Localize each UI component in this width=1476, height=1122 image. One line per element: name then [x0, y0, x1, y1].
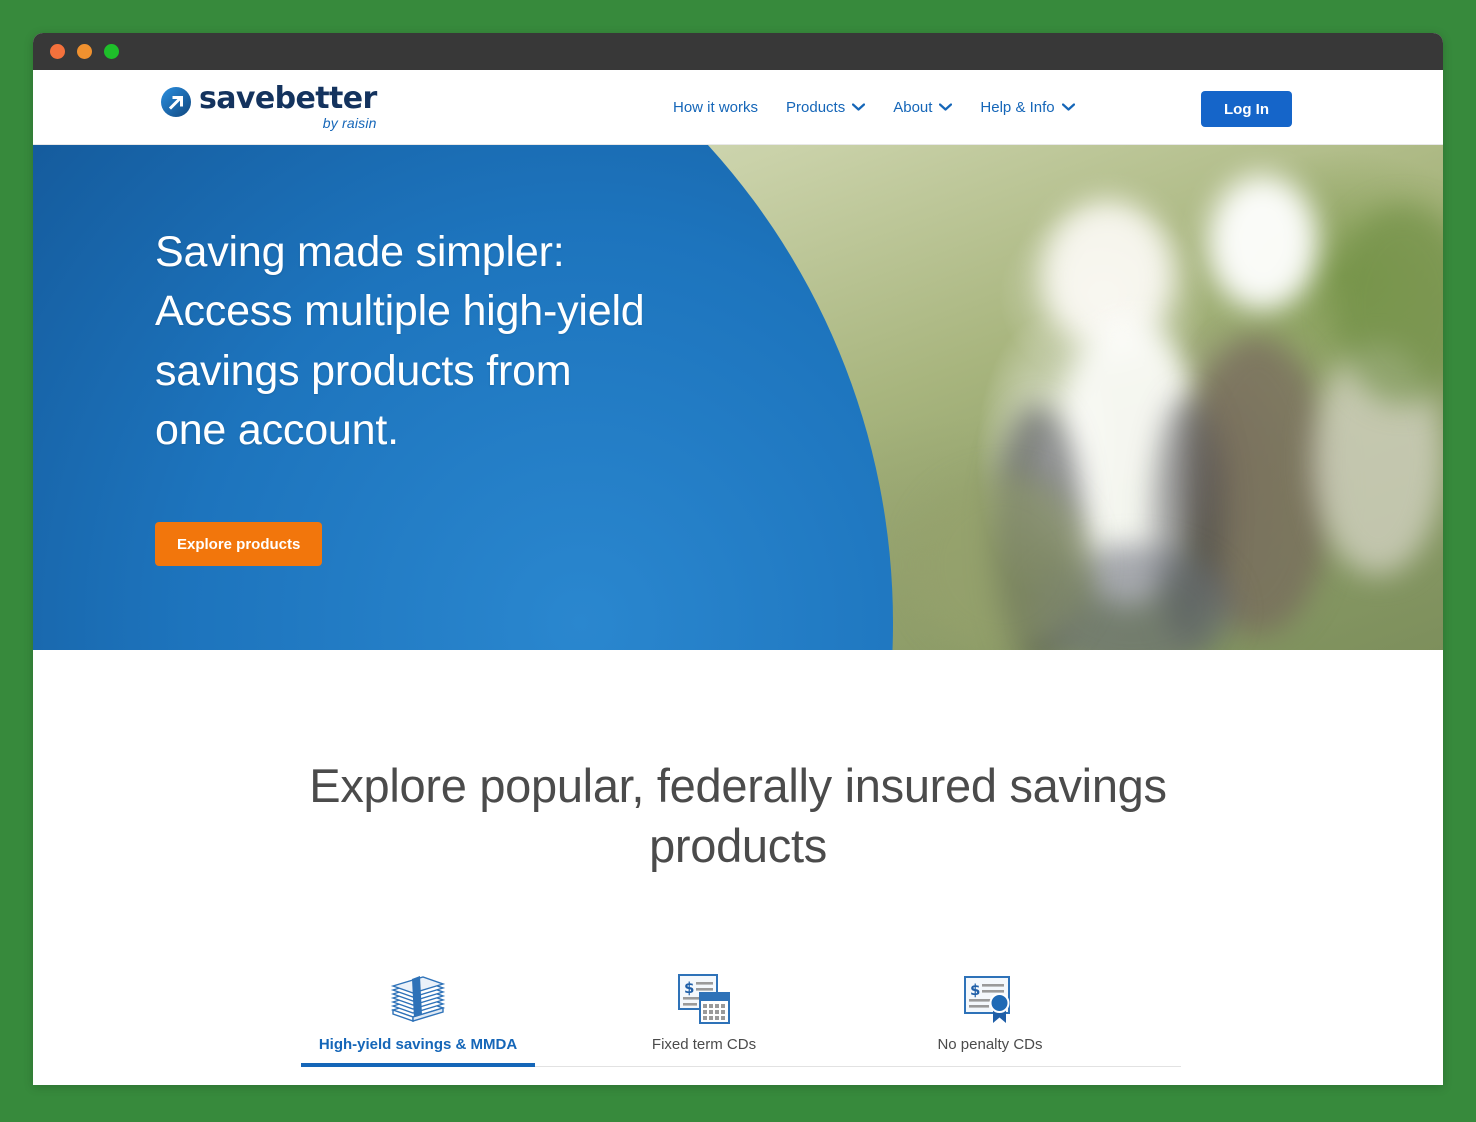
tab-label: No penalty CDs [937, 1036, 1043, 1053]
products-title-line: products [649, 819, 827, 873]
close-dot[interactable] [50, 44, 65, 59]
nav-item-products[interactable]: Products [786, 98, 866, 116]
maximize-dot[interactable] [104, 44, 119, 59]
minimize-dot[interactable] [77, 44, 92, 59]
tab-fixed-term-cds[interactable]: $ Fixed term CDs [587, 968, 821, 1067]
hero-title-line: savings products from [155, 346, 572, 395]
hero-title-line: one account. [155, 405, 399, 454]
nav-item-help-and-info[interactable]: Help & Info [980, 98, 1075, 116]
hero-banner: Saving made simpler: Access multiple hig… [33, 145, 1443, 650]
logo-subtitle: by raisin [322, 115, 377, 131]
svg-text:$: $ [684, 979, 694, 997]
nav-label: Help & Info [980, 98, 1055, 116]
site-header: savebetter by raisin How it works Produc… [33, 70, 1443, 145]
hero-title-line: Access multiple high-yield [155, 287, 645, 336]
login-button[interactable]: Log In [1201, 91, 1292, 127]
hero-content: Saving made simpler: Access multiple hig… [155, 223, 775, 567]
browser-titlebar [33, 33, 1443, 70]
document-calendar-icon: $ [675, 968, 733, 1026]
main-nav: How it works Products About Help & Info [673, 70, 1075, 144]
tab-high-yield-savings-mmda[interactable]: High-yield savings & MMDA [301, 968, 535, 1067]
browser-window: savebetter by raisin How it works Produc… [33, 33, 1443, 1085]
svg-text:$: $ [970, 981, 980, 999]
nav-item-how-it-works[interactable]: How it works [673, 99, 758, 116]
chevron-down-icon [939, 103, 953, 111]
hero-title: Saving made simpler: Access multiple hig… [155, 223, 775, 460]
nav-item-about[interactable]: About [893, 98, 953, 116]
site-logo[interactable]: savebetter by raisin [161, 84, 377, 130]
tab-label: Fixed term CDs [651, 1036, 757, 1053]
hero-title-line: Saving made simpler: [155, 228, 565, 276]
certificate-ribbon-icon: $ [961, 968, 1019, 1026]
products-title-line: Explore popular, federally insured savin… [309, 759, 1167, 812]
chevron-down-icon [1061, 103, 1075, 111]
nav-label: How it works [673, 98, 759, 116]
product-tabs: High-yield savings & MMDA $ Fixed term C… [301, 968, 1181, 1067]
nav-label: Products [786, 98, 846, 116]
explore-products-button[interactable]: Explore products [155, 522, 323, 567]
tab-label: High-yield savings & MMDA [318, 1036, 518, 1053]
chevron-down-icon [852, 103, 866, 111]
arrow-circle-icon [161, 87, 191, 117]
nav-label: About [893, 98, 933, 116]
products-section: Explore popular, federally insured savin… [33, 650, 1443, 1085]
tab-no-penalty-cds[interactable]: $ No penalty CDs [873, 968, 1107, 1067]
products-section-title: Explore popular, federally insured savin… [273, 756, 1203, 876]
logo-wordmark: savebetter [199, 81, 377, 116]
cash-stack-icon [387, 968, 449, 1026]
logo-text: savebetter by raisin [199, 81, 377, 131]
